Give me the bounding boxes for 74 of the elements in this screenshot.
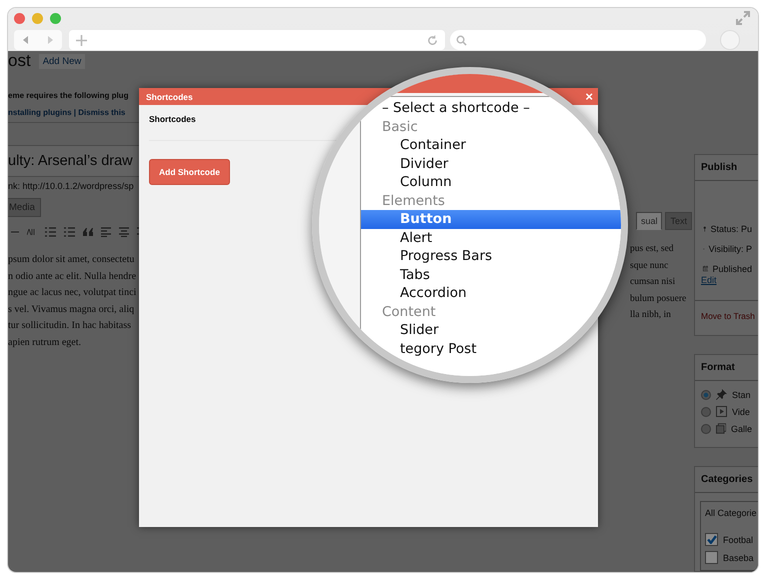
- video-icon: [716, 406, 727, 417]
- notice-text: eme requires the following plug: [8, 91, 130, 100]
- expand-icon[interactable]: [736, 11, 750, 25]
- post-body-line: tur sollicitudin. In hac habitass: [8, 319, 132, 334]
- post-body-line: lla nibh, in: [630, 309, 672, 322]
- move-to-trash-link[interactable]: Move to Trash: [701, 311, 755, 321]
- radio-button[interactable]: [701, 424, 711, 434]
- checkbox[interactable]: [705, 551, 718, 564]
- listbox-option[interactable]: Container: [361, 136, 621, 154]
- add-new-button[interactable]: Add New: [38, 54, 86, 68]
- zoom-dot-icon[interactable]: [50, 12, 61, 24]
- listbox-option[interactable]: Column: [361, 173, 621, 192]
- back-arrow-icon[interactable]: [21, 35, 31, 45]
- field-label: Shortcodes: [149, 114, 196, 124]
- panel-title: Publish: [695, 155, 758, 181]
- page-heading: ost: [8, 52, 31, 70]
- gallery-icon: [716, 423, 726, 434]
- listbox-option[interactable]: tegory Post: [361, 340, 621, 358]
- listbox-option[interactable]: Alert: [361, 228, 621, 247]
- category-label: Footbal: [723, 534, 754, 544]
- post-body-line: bulum posuere: [630, 292, 688, 306]
- post-body-line: n odio ante ac elit. Nulla hendre: [8, 270, 136, 284]
- category-label: Baseba: [723, 552, 754, 562]
- align-center-icon[interactable]: [119, 227, 129, 237]
- checkbox[interactable]: [705, 533, 718, 546]
- post-title-field[interactable]: ulty: Arsenal’s draw: [8, 145, 139, 177]
- dialog-title: Shortcodes: [146, 92, 193, 102]
- listbox-option[interactable]: Tabs: [361, 266, 621, 284]
- minimize-dot-icon[interactable]: [32, 12, 43, 24]
- close-dot-icon[interactable]: [14, 12, 25, 24]
- pushpin-icon: [716, 389, 727, 400]
- visibility-text: Visibility: P: [708, 244, 752, 254]
- edit-link[interactable]: Edit: [695, 275, 758, 285]
- listbox-option[interactable]: Slider: [361, 321, 621, 340]
- add-shortcode-button[interactable]: Add Shortcode: [149, 159, 230, 185]
- notice-links[interactable]: nstalling plugins | Dismiss this: [8, 108, 139, 117]
- panel-title: Format: [695, 355, 758, 381]
- align-left-icon[interactable]: [101, 227, 111, 237]
- post-body-line: s vel. Vivamus magna orci, aliq: [8, 302, 136, 317]
- format-option-label: Stan: [732, 390, 751, 400]
- listbox-option[interactable]: Divider: [361, 154, 621, 173]
- permalink-text: nk: http://10.0.1.2/wordpress/sp: [8, 181, 134, 191]
- panel-title: Categories: [695, 467, 758, 493]
- option-group-label: Elements: [381, 192, 446, 210]
- numbered-list-icon[interactable]: [64, 227, 75, 237]
- format-option-label: Galle: [730, 424, 752, 434]
- back-forward-buttons[interactable]: [14, 30, 62, 50]
- post-body-line: sque nunc: [630, 260, 670, 273]
- listbox-option[interactable]: Accordion: [361, 284, 621, 302]
- bullet-list-icon[interactable]: [45, 227, 56, 237]
- radio-button[interactable]: [701, 390, 711, 400]
- post-body-line: psum dolor sit amet, consectetu: [8, 253, 136, 267]
- reload-icon[interactable]: [427, 34, 438, 46]
- search-icon[interactable]: [456, 34, 467, 46]
- calendar-icon: [703, 263, 708, 274]
- post-body-line: pus est, sed: [630, 243, 675, 256]
- option-group-label: Basic: [381, 118, 419, 136]
- status-text: Status: Pu: [710, 224, 752, 234]
- search-field[interactable]: [450, 30, 706, 50]
- editor-tab[interactable]: sual: [636, 212, 662, 230]
- radio-button[interactable]: [701, 406, 711, 416]
- published-text: Published: [712, 264, 752, 274]
- listbox-option[interactable]: Button: [361, 210, 621, 228]
- post-body-line: ngue ac lacus nec, volutpat tinci: [8, 286, 136, 300]
- format-option-label: Vide: [732, 406, 750, 416]
- listbox-option[interactable]: Progress Bars: [361, 247, 621, 266]
- option-group-label: Content: [381, 302, 437, 321]
- plus-icon[interactable]: [76, 34, 87, 46]
- all-categories-tab[interactable]: All Categorie: [705, 508, 754, 518]
- forward-arrow-icon[interactable]: [45, 35, 55, 45]
- address-field[interactable]: [69, 30, 445, 50]
- post-body-line: apien rutrum eget.: [8, 336, 82, 350]
- quote-icon[interactable]: [83, 228, 93, 236]
- post-body-line: cumsan nisi: [630, 276, 676, 290]
